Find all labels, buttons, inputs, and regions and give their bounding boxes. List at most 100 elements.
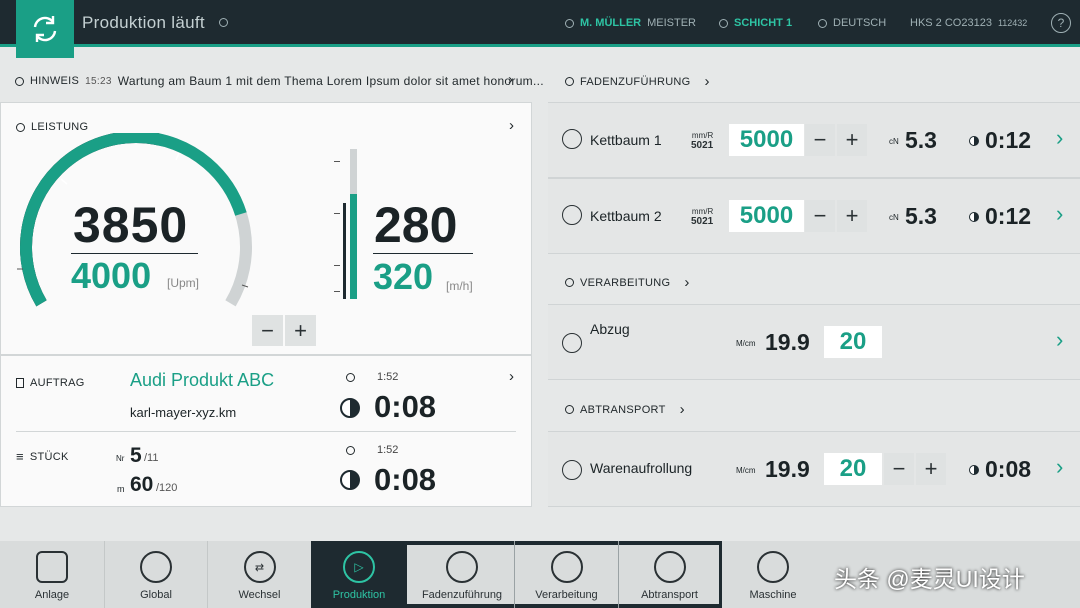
refresh-icon[interactable]	[16, 0, 74, 58]
order-divider	[16, 431, 516, 432]
kettbaum-1-value[interactable]: 5000	[729, 124, 804, 156]
leistung-label: LEISTUNG	[31, 121, 89, 133]
warenaufrollung-time: 0:08	[985, 456, 1032, 482]
nav-label: Global	[140, 589, 172, 601]
kettbaum-2-row: Kettbaum 2 mm/R 5021 5000 − + cN 5.3 0:12…	[548, 178, 1080, 254]
beam-icon	[562, 129, 582, 149]
clock-icon	[219, 18, 228, 27]
warenaufrollung-minus-button[interactable]: −	[884, 453, 914, 485]
warenaufrollung-unit: M/cm	[736, 466, 756, 475]
user-info[interactable]: M. MÜLLER MEISTER	[565, 17, 696, 29]
globe-icon	[140, 551, 172, 583]
warenaufrollung-name: Warenaufrollung	[590, 460, 693, 476]
shift-info[interactable]: SCHICHT 1	[719, 17, 792, 29]
warenaufrollung-row: Warenaufrollung M/cm 19.9 20 − + 0:08 ›	[548, 431, 1080, 507]
machine-label: HKS 2 CO23123	[910, 17, 992, 29]
stueck-header: ≡ STÜCK	[16, 449, 69, 464]
prod-unit: [m/h]	[446, 279, 473, 293]
nav-global[interactable]: Global	[104, 541, 207, 608]
kettbaum-1-name: Kettbaum 1	[590, 132, 662, 148]
faden-chevron-icon: ›	[704, 73, 710, 90]
kettbaum-2-minus-button[interactable]: −	[805, 200, 835, 232]
notice-chevron-icon[interactable]: ›	[508, 72, 513, 87]
auftrag-chevron-icon[interactable]: ›	[509, 369, 514, 384]
nav-label: Produktion	[332, 589, 386, 601]
kettbaum-2-cn: 5.3	[905, 203, 937, 229]
stueck-label: STÜCK	[29, 450, 69, 463]
prod-bar-fill	[350, 194, 357, 299]
speed-target[interactable]: 4000	[71, 255, 151, 297]
leistung-panel: LEISTUNG › 3850 4000 [Upm] 280 320 [m/h]…	[0, 102, 532, 355]
machine-sub: 112432	[997, 18, 1028, 28]
abzug-chevron-icon[interactable]: ›	[1056, 329, 1063, 351]
abzug-unit: M/cm	[736, 339, 756, 348]
leistung-chevron-icon[interactable]: ›	[509, 118, 514, 133]
timer-icon	[340, 398, 360, 418]
warenaufrollung-chevron-icon[interactable]: ›	[1056, 456, 1063, 478]
faden-header[interactable]: FADENZUFÜHRUNG ›	[565, 74, 710, 89]
kettbaum-1-row: Kettbaum 1 mm/R 5021 5000 − + cN 5.3 0:12…	[548, 102, 1080, 178]
abtransport-header[interactable]: ABTRANSPORT ›	[565, 402, 685, 417]
language-label: DEUTSCH	[833, 17, 887, 29]
nav-verarbeitung[interactable]: Verarbeitung	[514, 541, 618, 608]
timer-icon	[969, 212, 979, 222]
nav-maschine[interactable]: Maschine	[722, 541, 824, 608]
notice-bar[interactable]: HINWEIS 15:23 Wartung am Baum 1 mit dem …	[15, 74, 544, 88]
nav-label: Wechsel	[238, 589, 281, 601]
auftrag-header: AUFTRAG	[16, 377, 85, 389]
transport-icon	[653, 551, 686, 583]
nav-anlage[interactable]: Anlage	[0, 541, 104, 608]
kettbaum-2-chevron-icon[interactable]: ›	[1056, 203, 1063, 225]
nav-fadenzufuehrung[interactable]: Fadenzuführung	[410, 541, 514, 608]
warenaufrollung-plus-button[interactable]: +	[916, 453, 946, 485]
kettbaum-2-time: 0:12	[985, 203, 1032, 229]
warenaufrollung-actual: 19.9	[765, 456, 810, 482]
speed-actual: 3850	[73, 197, 189, 253]
speed-minus-button[interactable]: −	[252, 315, 283, 346]
prod-bar-dark	[343, 203, 346, 299]
clock-icon	[346, 373, 355, 382]
nav-wechsel[interactable]: ⇄ Wechsel	[207, 541, 311, 608]
kettbaum-1-minus-button[interactable]: −	[805, 124, 835, 156]
stueck-nr-total: /11	[144, 452, 159, 464]
help-button[interactable]: ?	[1051, 13, 1071, 33]
nav-produktion[interactable]: ▷ Produktion	[311, 541, 407, 608]
speed-plus-button[interactable]: +	[285, 315, 316, 346]
kettbaum-1-chevron-icon[interactable]: ›	[1056, 127, 1063, 149]
auftrag-file: karl-mayer-xyz.km	[130, 405, 237, 420]
notice-text: Wartung am Baum 1 mit dem Thema Lorem Ip…	[117, 74, 544, 88]
beam-icon	[562, 205, 582, 225]
kettbaum-1-time: 0:12	[985, 127, 1032, 153]
stueck-time-small: 1:52	[377, 444, 399, 456]
prod-tick	[334, 213, 340, 214]
stueck-m-total: /120	[156, 482, 178, 494]
kettbaum-2-value[interactable]: 5000	[729, 200, 804, 232]
abtransport-label: ABTRANSPORT	[580, 403, 666, 416]
kettbaum-2-name: Kettbaum 2	[590, 208, 662, 224]
user-role: MEISTER	[647, 17, 697, 29]
abzug-actual: 19.9	[765, 329, 810, 355]
user-name: M. MÜLLER	[580, 17, 642, 29]
verarbeitung-header[interactable]: VERARBEITUNG ›	[565, 275, 690, 290]
speed-unit: [Upm]	[167, 276, 200, 290]
nav-abtransport[interactable]: Abtransport	[618, 541, 720, 608]
prod-target[interactable]: 320	[373, 256, 433, 298]
prod-tick	[334, 291, 340, 292]
nav-label: Abtransport	[641, 589, 698, 601]
abzug-target[interactable]: 20	[824, 326, 882, 358]
nav-label: Verarbeitung	[535, 589, 598, 601]
language-select[interactable]: DEUTSCH	[818, 17, 886, 29]
stueck-time-big: 0:08	[374, 462, 437, 497]
top-bar: Produktion läuft M. MÜLLER MEISTER SCHIC…	[0, 0, 1080, 58]
kettbaum-1-unit: mm/R 5021	[691, 131, 713, 151]
kettbaum-2-plus-button[interactable]: +	[837, 200, 867, 232]
notice-time: 15:23	[85, 75, 112, 87]
kettbaum-1-plus-button[interactable]: +	[837, 124, 867, 156]
nav-label: Maschine	[749, 589, 797, 601]
prod-divider	[373, 253, 473, 254]
process-icon	[565, 278, 574, 287]
timer-icon	[969, 465, 979, 475]
speed-divider	[71, 253, 198, 254]
warenaufrollung-target[interactable]: 20	[824, 453, 882, 485]
stueck-m-value: 60	[130, 473, 154, 496]
